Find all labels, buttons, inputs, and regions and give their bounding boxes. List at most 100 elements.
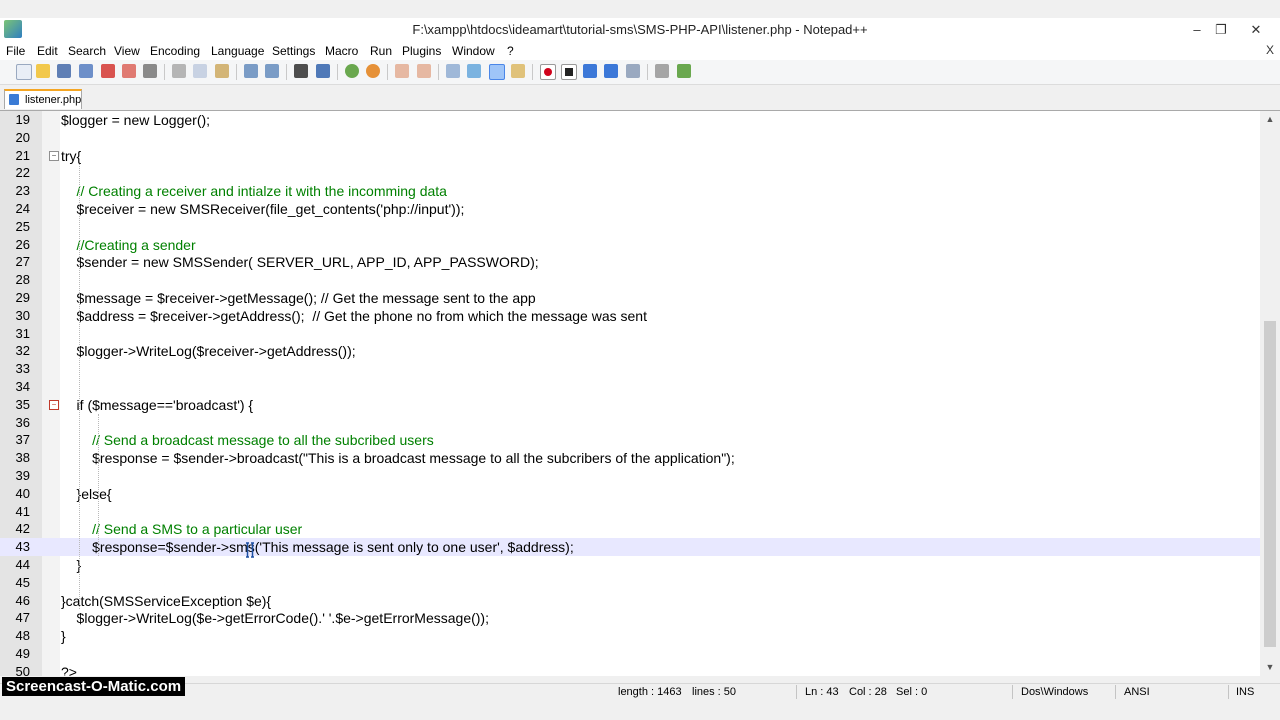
code-line[interactable]: 32 $logger->WriteLog($receiver->getAddre… bbox=[0, 342, 1260, 360]
code-line[interactable]: 29 $message = $receiver->getMessage(); /… bbox=[0, 289, 1260, 307]
print-icon[interactable] bbox=[143, 64, 157, 78]
code-line[interactable]: 35 − if ($message=='broadcast') { bbox=[0, 396, 1260, 414]
show-all-chars-icon[interactable] bbox=[467, 64, 481, 78]
status-sel: Sel : 0 bbox=[896, 686, 928, 698]
run-macro-multiple-icon[interactable] bbox=[604, 64, 618, 78]
code-line[interactable]: 30 $address = $receiver->getAddress(); /… bbox=[0, 307, 1260, 325]
code-text: $response=$sender->sms('This message is … bbox=[61, 539, 574, 556]
plugin-icon[interactable] bbox=[655, 64, 669, 78]
code-line[interactable]: 33 bbox=[0, 360, 1260, 378]
code-line[interactable]: 40 }else{ bbox=[0, 485, 1260, 503]
code-line[interactable]: 49 bbox=[0, 645, 1260, 663]
status-eol[interactable]: Dos\Windows bbox=[1021, 686, 1088, 698]
code-line[interactable]: 46}catch(SMSServiceException $e){ bbox=[0, 592, 1260, 610]
stop-macro-icon[interactable] bbox=[561, 64, 577, 80]
code-line[interactable]: 50 ?> bbox=[0, 663, 1260, 676]
code-line[interactable]: 21 − try{ bbox=[0, 147, 1260, 165]
save-all-icon[interactable] bbox=[79, 64, 93, 78]
line-number: 26 bbox=[15, 236, 30, 252]
replace-icon[interactable] bbox=[316, 64, 330, 78]
redo-icon[interactable] bbox=[265, 64, 279, 78]
toolbar-separator bbox=[236, 64, 237, 80]
code-line[interactable]: 34 bbox=[0, 378, 1260, 396]
code-line[interactable]: 27 $sender = new SMSSender( SERVER_URL, … bbox=[0, 253, 1260, 271]
menu-run[interactable]: Run bbox=[370, 44, 392, 58]
code-line[interactable]: 43 $response=$sender->sms('This message … bbox=[0, 538, 1260, 557]
menu-edit[interactable]: Edit bbox=[37, 44, 58, 58]
menu-macro[interactable]: Macro bbox=[325, 44, 358, 58]
code-line[interactable]: 47 $logger->WriteLog($e->getErrorCode().… bbox=[0, 609, 1260, 627]
toolbar-separator bbox=[387, 64, 388, 80]
code-line[interactable]: 38 $response = $sender->broadcast("This … bbox=[0, 449, 1260, 467]
code-line[interactable]: 28 bbox=[0, 271, 1260, 289]
code-line[interactable]: 26 //Creating a sender bbox=[0, 236, 1260, 254]
code-line[interactable]: 41 bbox=[0, 503, 1260, 521]
code-line[interactable]: 22 bbox=[0, 164, 1260, 182]
restore-button[interactable]: ❐ bbox=[1209, 20, 1233, 40]
paste-icon[interactable] bbox=[215, 64, 229, 78]
code-line[interactable]: 36 bbox=[0, 414, 1260, 432]
code-line[interactable]: 44 } bbox=[0, 556, 1260, 574]
code-line[interactable]: 25 bbox=[0, 218, 1260, 236]
code-editor[interactable]: 19 $logger = new Logger(); 20 21− try{22 23 /… bbox=[0, 111, 1260, 676]
code-line[interactable]: 24 $receiver = new SMSReceiver(file_get_… bbox=[0, 200, 1260, 218]
code-text: $message = $receiver->getMessage(); // G… bbox=[61, 290, 536, 306]
open-file-icon[interactable] bbox=[36, 64, 50, 78]
word-wrap-icon[interactable] bbox=[446, 64, 460, 78]
menu-view[interactable]: View bbox=[114, 44, 140, 58]
zoom-out-icon[interactable] bbox=[366, 64, 380, 78]
zoom-in-icon[interactable] bbox=[345, 64, 359, 78]
code-line[interactable]: 23 // Creating a receiver and intialze i… bbox=[0, 182, 1260, 200]
menu-encoding[interactable]: Encoding bbox=[150, 44, 200, 58]
undo-icon[interactable] bbox=[244, 64, 258, 78]
copy-icon[interactable] bbox=[193, 64, 207, 78]
sync-vertical-icon[interactable] bbox=[395, 64, 409, 78]
status-encoding[interactable]: ANSI bbox=[1124, 686, 1150, 698]
toolbar-separator bbox=[438, 64, 439, 80]
user-language-icon[interactable] bbox=[511, 64, 525, 78]
code-line[interactable]: 39 bbox=[0, 467, 1260, 485]
code-line[interactable]: 48} bbox=[0, 627, 1260, 645]
sync-horizontal-icon[interactable] bbox=[417, 64, 431, 78]
save-icon[interactable] bbox=[57, 64, 71, 78]
line-number: 34 bbox=[15, 379, 30, 394]
code-line[interactable]: 31 bbox=[0, 325, 1260, 343]
scroll-down-icon[interactable]: ▼ bbox=[1264, 662, 1276, 674]
cut-icon[interactable] bbox=[172, 64, 186, 78]
play-macro-icon[interactable] bbox=[583, 64, 597, 78]
tab-listener-php[interactable]: listener.php bbox=[4, 89, 82, 109]
menu-language[interactable]: Language bbox=[211, 44, 264, 58]
fold-box-icon[interactable]: − bbox=[49, 150, 59, 161]
close-document-icon[interactable]: X bbox=[1266, 43, 1274, 57]
minimize-button[interactable]: – bbox=[1185, 20, 1209, 40]
toolbar-separator bbox=[286, 64, 287, 80]
close-all-icon[interactable] bbox=[122, 64, 136, 78]
vertical-scrollbar[interactable]: ▲ ▼ bbox=[1260, 111, 1280, 676]
line-number: 40 bbox=[15, 485, 30, 501]
record-macro-icon[interactable] bbox=[540, 64, 556, 80]
find-icon[interactable] bbox=[294, 64, 308, 78]
fold-box-icon[interactable]: − bbox=[49, 399, 59, 410]
new-file-icon[interactable] bbox=[16, 64, 32, 80]
scroll-thumb[interactable] bbox=[1264, 321, 1276, 647]
menu-plugins[interactable]: Plugins bbox=[402, 44, 441, 58]
indent-guide-icon[interactable] bbox=[489, 64, 505, 80]
menu-window[interactable]: Window bbox=[452, 44, 495, 58]
save-macro-icon[interactable] bbox=[626, 64, 640, 78]
menu-settings[interactable]: Settings bbox=[272, 44, 315, 58]
close-icon[interactable] bbox=[101, 64, 115, 78]
code-text: }catch(SMSServiceException $e){ bbox=[61, 592, 272, 609]
code-text: $sender = new SMSSender( SERVER_URL, APP… bbox=[61, 254, 539, 271]
menu-search[interactable]: Search bbox=[68, 44, 106, 58]
menu-help[interactable]: ? bbox=[507, 44, 514, 58]
code-line[interactable]: 42 // Send a SMS to a particular user bbox=[0, 520, 1260, 538]
spell-check-icon[interactable] bbox=[677, 64, 691, 78]
code-line[interactable]: 19 $logger = new Logger(); bbox=[0, 111, 1260, 129]
scroll-up-icon[interactable]: ▲ bbox=[1264, 114, 1276, 126]
menu-file[interactable]: File bbox=[6, 44, 25, 58]
code-line[interactable]: 20 bbox=[0, 129, 1260, 147]
close-window-button[interactable]: ✕ bbox=[1244, 20, 1268, 40]
line-number: 20 bbox=[15, 129, 30, 145]
code-line[interactable]: 37 // Send a broadcast message to all th… bbox=[0, 431, 1260, 449]
code-line[interactable]: 45 bbox=[0, 574, 1260, 592]
